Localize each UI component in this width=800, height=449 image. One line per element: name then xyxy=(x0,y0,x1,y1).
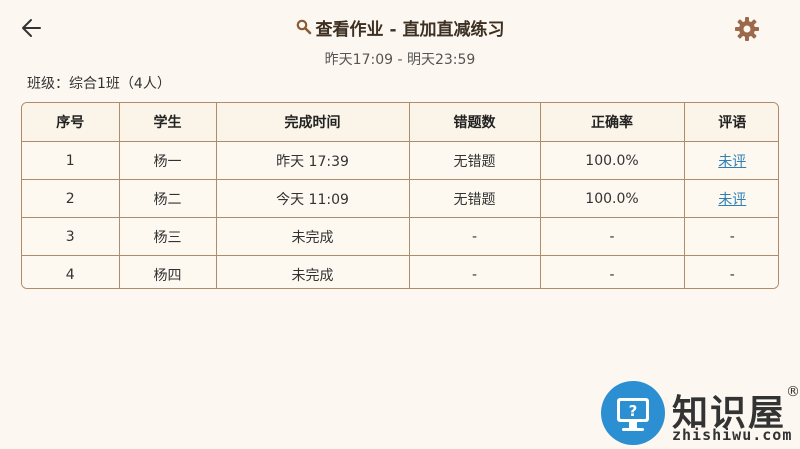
cell-student: 杨二 xyxy=(119,179,217,218)
cell-comment: 未评 xyxy=(684,141,778,180)
cell-accuracy: 100.0% xyxy=(540,141,685,180)
cell-accuracy: - xyxy=(540,217,685,256)
col-header-index: 序号 xyxy=(22,103,120,142)
table-row: 4 杨四 未完成 - - - xyxy=(22,255,778,288)
cell-wrong-count: 无错题 xyxy=(409,141,541,180)
table-row: 3 杨三 未完成 - - - xyxy=(22,217,778,256)
magnifier-icon xyxy=(296,19,311,35)
watermark-logo: ? 知识屋 ® zhishiwu.com xyxy=(600,380,800,449)
cell-finish-time: 昨天 17:39 xyxy=(216,141,410,180)
cell-index: 3 xyxy=(22,217,120,256)
cell-index: 2 xyxy=(22,179,120,218)
cell-index: 4 xyxy=(22,255,120,288)
review-link[interactable]: 未评 xyxy=(718,154,746,170)
cell-finish-time: 未完成 xyxy=(216,217,410,256)
cell-finish-time: 未完成 xyxy=(216,255,410,288)
cell-accuracy: - xyxy=(540,255,685,288)
cell-comment: 未评 xyxy=(684,179,778,218)
cell-wrong-count: 无错题 xyxy=(409,179,541,218)
homework-table: 序号 学生 完成时间 错题数 正确率 评语 1 杨一 昨天 17:39 无错题 … xyxy=(21,102,779,289)
settings-button[interactable] xyxy=(734,16,760,42)
cell-student: 杨三 xyxy=(119,217,217,256)
col-header-accuracy: 正确率 xyxy=(540,103,685,142)
class-info: 班级：综合1班（4人） xyxy=(27,76,171,92)
gear-icon xyxy=(735,17,759,41)
cell-index: 1 xyxy=(22,141,120,180)
review-link[interactable]: 未评 xyxy=(718,192,746,208)
cell-wrong-count: - xyxy=(409,217,541,256)
col-header-wrong-count: 错题数 xyxy=(409,103,541,142)
cell-student: 杨四 xyxy=(119,255,217,288)
table-row: 1 杨一 昨天 17:39 无错题 100.0% 未评 xyxy=(22,141,778,180)
cell-student: 杨一 xyxy=(119,141,217,180)
cell-finish-time: 今天 11:09 xyxy=(216,179,410,218)
question-monitor-icon: ? xyxy=(601,381,665,445)
svg-text:?: ? xyxy=(629,402,638,420)
cell-comment: - xyxy=(684,255,778,288)
table-header-row: 序号 学生 完成时间 错题数 正确率 评语 xyxy=(22,103,778,142)
table-row: 2 杨二 今天 11:09 无错题 100.0% 未评 xyxy=(22,179,778,218)
page-title: 查看作业 - 直加直减练习 xyxy=(0,14,800,40)
watermark-url: zhishiwu.com xyxy=(672,426,793,444)
cell-accuracy: 100.0% xyxy=(540,179,685,218)
cell-wrong-count: - xyxy=(409,255,541,288)
registered-mark: ® xyxy=(786,384,800,400)
time-range: 昨天17:09 - 明天23:59 xyxy=(324,52,476,68)
col-header-student: 学生 xyxy=(119,103,217,142)
col-header-finish-time: 完成时间 xyxy=(216,103,410,142)
cell-comment: - xyxy=(684,217,778,256)
page-title-text: 查看作业 - 直加直减练习 xyxy=(315,19,505,40)
col-header-comment: 评语 xyxy=(684,103,778,142)
